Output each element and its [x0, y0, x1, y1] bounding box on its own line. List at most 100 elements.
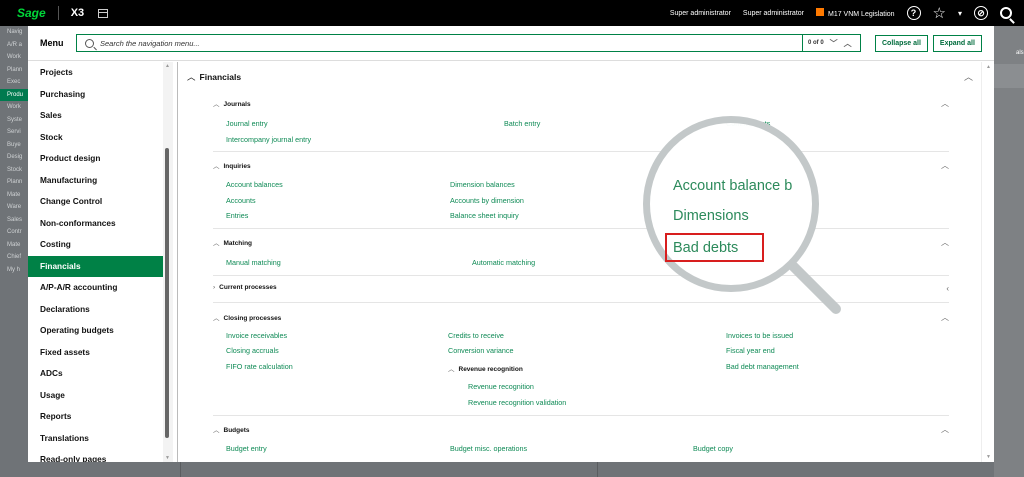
sage-logo[interactable]: Sage	[17, 6, 46, 20]
left-scrollbar[interactable]: ▲ ▼	[163, 62, 173, 462]
chevron-up-icon[interactable]: ︿	[941, 160, 949, 171]
menu-category-change-control[interactable]: Change Control	[28, 191, 163, 213]
menu-link-dimension-balances[interactable]: Dimension balances	[450, 180, 515, 189]
search-input[interactable]	[100, 38, 802, 48]
expand-all-button[interactable]: Expand all	[932, 34, 982, 52]
menu-link-accounts-by-dimension[interactable]: Accounts by dimension	[450, 196, 524, 205]
menu-category-stock[interactable]: Stock	[28, 127, 163, 149]
magnified-text: Account balance b	[673, 178, 793, 194]
menu-link-closing-accruals[interactable]: Closing accruals	[226, 346, 279, 355]
menu-category-purchasing[interactable]: Purchasing	[28, 84, 163, 106]
group-header[interactable]: ︿ Budgets	[213, 424, 250, 434]
section-financials[interactable]: ︿ Financials	[187, 71, 241, 83]
chevron-left-icon[interactable]: ‹	[946, 284, 949, 293]
background-sidebar-item: Syste	[7, 116, 23, 123]
group-header[interactable]: ︿ Inquiries	[213, 160, 251, 170]
chevron-up-icon[interactable]: ︿	[844, 38, 852, 49]
star-icon[interactable]: ☆	[933, 4, 946, 22]
calendar-icon[interactable]	[98, 8, 109, 18]
menu-category-translations[interactable]: Translations	[28, 428, 163, 450]
chevron-up-icon[interactable]: ︿	[941, 424, 949, 435]
menu-category-financials[interactable]: Financials	[28, 255, 163, 277]
menu-category-manufacturing[interactable]: Manufacturing	[28, 170, 163, 192]
menu-category-non-conformances[interactable]: Non-conformances	[28, 213, 163, 235]
legislation-badge[interactable]: M17 VNM Legislation	[816, 8, 895, 18]
right-scrollbar[interactable]: ▲ ▼	[981, 62, 994, 462]
menu-category-adcs[interactable]: ADCs	[28, 363, 163, 385]
menu-link-account-balances[interactable]: Account balances	[226, 180, 283, 189]
menu-link-budget-misc-operations[interactable]: Budget misc. operations	[450, 444, 527, 453]
divider	[213, 275, 949, 276]
group-closing-processes: ︿ Closing processes ︿ Invoice receivables…	[213, 312, 949, 416]
search-counter: 0 of 0 ﹀ ︿	[802, 35, 860, 51]
menu-category-read-only-pages[interactable]: Read-only pages	[28, 449, 163, 462]
menu-link-intercompany[interactable]: Intercompany journal entry	[226, 135, 311, 144]
scrollbar-thumb[interactable]	[165, 148, 169, 438]
legislation-label: M17 VNM Legislation	[828, 11, 895, 18]
scroll-up-icon[interactable]: ▲	[165, 63, 170, 69]
menu-category-declarations[interactable]: Declarations	[28, 299, 163, 321]
menu-link-automatic-matching[interactable]: Automatic matching	[472, 258, 535, 267]
chevron-down-icon[interactable]: ▾	[958, 9, 962, 18]
menu-link-invoice-receivables[interactable]: Invoice receivables	[226, 331, 287, 340]
chevron-up-icon[interactable]: ︿	[964, 70, 973, 83]
compass-icon[interactable]: ⊘	[974, 6, 988, 20]
menu-link-invoices-to-be-issued[interactable]: Invoices to be issued	[726, 331, 793, 340]
menu-link-accounts[interactable]: Accounts	[226, 196, 256, 205]
menu-category-costing[interactable]: Costing	[28, 234, 163, 256]
group-header[interactable]: ︿ Journals	[213, 98, 251, 108]
menu-category-reports[interactable]: Reports	[28, 406, 163, 428]
menu-link-balance-sheet-inquiry[interactable]: Balance sheet inquiry	[450, 211, 519, 220]
group-header[interactable]: ︿ Matching	[213, 237, 252, 247]
menu-link-budget-entry[interactable]: Budget entry	[226, 444, 267, 453]
menu-category-product-design[interactable]: Product design	[28, 148, 163, 170]
chevron-up-icon[interactable]: ︿	[941, 312, 949, 323]
subgroup-revenue-recognition[interactable]: ︿ Revenue recognition	[448, 363, 523, 373]
menu-link-batch-entry[interactable]: Batch entry	[504, 119, 540, 128]
menu-link-manual-matching[interactable]: Manual matching	[226, 258, 281, 267]
menu-link-budget-copy[interactable]: Budget copy	[693, 444, 733, 453]
menu-category-operating-budgets[interactable]: Operating budgets	[28, 320, 163, 342]
menu-category-usage[interactable]: Usage	[28, 385, 163, 407]
menu-category-a-p-a-r-accounting[interactable]: A/P-A/R accounting	[28, 277, 163, 299]
background-sidebar: Navig A/R a Work Plann Exec Produ Work Syste Ser…	[0, 26, 28, 477]
user-role[interactable]: Super administrator	[743, 10, 804, 17]
divider	[597, 462, 598, 477]
menu-category-list: Projects Purchasing Sales Stock Product desi…	[28, 62, 163, 462]
chevron-up-icon[interactable]: ︿	[941, 237, 949, 248]
background-sidebar-item: Work	[7, 54, 21, 60]
background-label: als	[1016, 50, 1024, 56]
menu-link-revenue-recognition[interactable]: Revenue recognition	[468, 382, 534, 391]
scroll-up-icon[interactable]: ▲	[986, 64, 991, 70]
chevron-up-icon: ︿	[213, 240, 220, 247]
scroll-down-icon[interactable]: ▼	[986, 454, 991, 460]
menu-category-fixed-assets[interactable]: Fixed assets	[28, 342, 163, 364]
magnifier-lens: Account balance b Dimensions Bad debts	[643, 116, 819, 292]
group-header[interactable]: ︿ Closing processes	[213, 312, 281, 322]
divider	[180, 462, 181, 477]
chevron-down-icon[interactable]: ﹀	[830, 38, 838, 49]
menu-link-journal-entry[interactable]: Journal entry	[226, 119, 268, 128]
menu-category-projects[interactable]: Projects	[28, 62, 163, 84]
help-icon[interactable]: ?	[906, 6, 921, 20]
menu-link-credits-to-receive[interactable]: Credits to receive	[448, 331, 504, 340]
collapse-all-button[interactable]: Collapse all	[875, 34, 928, 52]
group-header[interactable]: › Current processes	[213, 284, 277, 291]
navigation-menu: Menu 0 of 0 ﹀ ︿ Collapse all Expand all …	[28, 26, 994, 462]
scroll-down-icon[interactable]: ▼	[165, 455, 170, 461]
background-sidebar-item: Plann	[7, 179, 23, 185]
menu-link-revenue-recognition-validation[interactable]: Revenue recognition validation	[468, 398, 566, 407]
search-box[interactable]: 0 of 0 ﹀ ︿	[76, 34, 861, 52]
search-icon[interactable]	[1000, 7, 1012, 19]
menu-link-fiscal-year-end[interactable]: Fiscal year end	[726, 346, 775, 355]
menu-link-fifo-rate-calculation[interactable]: FIFO rate calculation	[226, 362, 293, 371]
menu-category-sales[interactable]: Sales	[28, 105, 163, 127]
menu-link-conversion-variance[interactable]: Conversion variance	[448, 346, 514, 355]
user-profile[interactable]: Super administrator	[670, 10, 731, 17]
chevron-up-icon: ︿	[213, 163, 220, 170]
background-sidebar-item: Produ	[0, 88, 28, 101]
background-sidebar-item: My h	[7, 266, 21, 273]
menu-link-bad-debt-management[interactable]: Bad debt management	[726, 362, 799, 371]
menu-link-entries[interactable]: Entries	[226, 211, 248, 220]
chevron-up-icon[interactable]: ︿	[941, 98, 949, 109]
